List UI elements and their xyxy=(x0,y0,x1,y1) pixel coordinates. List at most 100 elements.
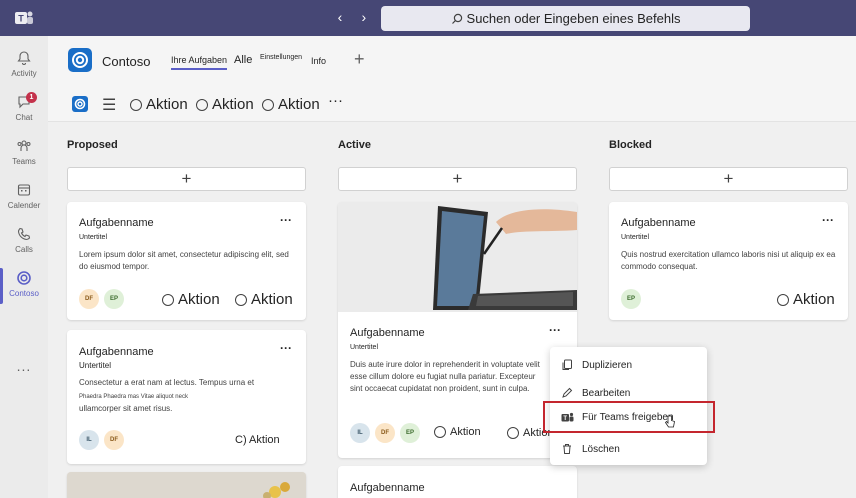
add-task-button-active[interactable]: + xyxy=(338,167,577,191)
avatar: DF xyxy=(104,430,124,450)
avatar: EP xyxy=(400,423,420,443)
nav-arrows: ‹ › xyxy=(330,9,374,25)
add-task-button-proposed[interactable]: + xyxy=(67,167,306,191)
menu-item-label: Bearbeiten xyxy=(582,387,631,399)
card-description: Quis nostrud exercitation ullamco labori… xyxy=(621,250,836,271)
tab-alle[interactable]: Alle xyxy=(234,54,252,66)
trash-icon xyxy=(563,444,571,454)
toolbar-action-2[interactable]: Aktion xyxy=(196,96,254,113)
rail-label-chat: Chat xyxy=(15,113,33,122)
rail-label-teams: Teams xyxy=(12,157,36,166)
card-hero-image xyxy=(67,472,306,498)
teams-logo-icon: T xyxy=(15,11,33,24)
card-more-icon[interactable]: ··· xyxy=(822,213,834,227)
rail-item-teams[interactable]: Teams xyxy=(0,132,48,176)
card-title: Aufgabenname xyxy=(350,327,425,339)
avatar: EP xyxy=(621,289,641,309)
radio-icon xyxy=(507,427,519,439)
avatar: IL xyxy=(79,430,99,450)
card-description: ullamcorper sit amet risus. xyxy=(79,404,173,413)
tab-einstellungen[interactable]: Einstellungen xyxy=(260,54,302,61)
title-bar: T ‹ › Suchen oder Eingeben eines Befehls xyxy=(0,0,856,36)
card-description: Consectetur a erat nam at lectus. Tempus… xyxy=(79,378,255,387)
search-icon xyxy=(451,13,462,24)
task-card[interactable]: Aufgabenname xyxy=(338,466,577,498)
card-action[interactable]: Aktion xyxy=(162,291,220,308)
add-task-button-blocked[interactable]: + xyxy=(609,167,848,191)
tab-info[interactable]: Info xyxy=(311,56,326,66)
toolbar-action-1[interactable]: Aktion xyxy=(130,96,188,113)
hamburger-menu-icon[interactable]: ☰ xyxy=(102,95,116,115)
radio-icon xyxy=(196,98,208,111)
card-title: Aufgabenname xyxy=(621,217,696,229)
calendar-icon xyxy=(17,184,31,196)
rail-label-calendar: Calender xyxy=(7,201,41,210)
card-subtitle: Untertitel xyxy=(621,234,650,241)
rail-label-contoso: Contoso xyxy=(9,289,39,298)
task-card-image[interactable] xyxy=(67,472,306,498)
menu-item-label: Duplizieren xyxy=(582,359,633,371)
rail-item-chat[interactable]: 1 Chat xyxy=(0,88,48,132)
edit-icon xyxy=(562,387,573,398)
rail-more-icon[interactable]: ... xyxy=(0,358,48,374)
kanban-board: Proposed Active Blocked + + + Aufgabenna… xyxy=(48,122,856,498)
card-action[interactable]: C) Aktion xyxy=(235,434,280,446)
radio-icon xyxy=(235,293,247,306)
card-title: Aufgabenname xyxy=(79,346,154,358)
task-card[interactable]: Aufgabenname Untertitel ··· Consectetur … xyxy=(67,330,306,464)
teams-icon xyxy=(17,140,31,151)
toolbar-action-label: Aktion xyxy=(146,96,188,113)
menu-item-duplicate[interactable]: Duplizieren xyxy=(550,353,707,377)
avatar: IL xyxy=(350,423,370,443)
highlight-box xyxy=(543,401,715,433)
rail-item-contoso[interactable]: Contoso xyxy=(0,264,48,308)
app-rail: Activity 1 Chat Teams Calender Calls Con… xyxy=(0,36,48,498)
radio-icon xyxy=(262,98,274,111)
radio-icon xyxy=(434,426,446,438)
card-more-icon[interactable]: ··· xyxy=(280,213,292,227)
add-tab-button[interactable]: + xyxy=(354,49,365,70)
tab-ihre-aufgaben[interactable]: Ihre Aufgaben xyxy=(171,55,228,70)
card-description: Phaedra Phaedra mas Vitae aliquot neck xyxy=(79,394,188,400)
task-card[interactable]: Aufgabenname Untertitel ··· Lorem ipsum … xyxy=(67,202,306,320)
rail-item-activity[interactable]: Activity xyxy=(0,44,48,88)
column-title-active: Active xyxy=(338,139,372,151)
menu-item-delete[interactable]: Löschen xyxy=(550,437,707,461)
column-title-proposed: Proposed xyxy=(67,139,118,151)
card-subtitle: Untertitel xyxy=(79,234,108,241)
avatar: DF xyxy=(375,423,395,443)
back-arrow-icon[interactable]: ‹ xyxy=(330,9,350,25)
card-action[interactable]: Aktion xyxy=(235,291,293,308)
card-description: Lorem ipsum dolor sit amet, consectetur … xyxy=(79,250,289,271)
forward-arrow-icon[interactable]: › xyxy=(354,9,374,25)
bell-icon xyxy=(17,51,31,65)
contoso-app-icon xyxy=(68,48,92,72)
rail-item-calendar[interactable]: Calender xyxy=(0,176,48,220)
toolbar-more-icon[interactable]: ··· xyxy=(328,92,343,109)
toolbar-action-label: Aktion xyxy=(278,96,320,113)
card-action-label: Aktion xyxy=(251,291,293,308)
card-description: Duis aute irure dolor in reprehenderit i… xyxy=(350,360,540,393)
card-action[interactable]: Aktion xyxy=(777,291,835,308)
card-action[interactable]: Aktion xyxy=(434,426,481,438)
chat-badge: 1 xyxy=(26,92,37,103)
card-subtitle: Untertitel xyxy=(350,344,379,351)
card-more-icon[interactable]: ··· xyxy=(280,341,292,355)
column-title-blocked: Blocked xyxy=(609,139,652,151)
card-more-icon[interactable]: ··· xyxy=(549,323,561,337)
card-action-label: Aktion xyxy=(178,291,220,308)
toolbar: ☰ Aktion Aktion Aktion ··· xyxy=(48,86,856,122)
radio-icon xyxy=(777,293,789,306)
avatar: DF xyxy=(79,289,99,309)
toolbar-action-label: Aktion xyxy=(212,96,254,113)
task-card[interactable]: Aufgabenname Untertitel ··· Duis aute ir… xyxy=(338,202,577,458)
rail-label-activity: Activity xyxy=(11,69,37,78)
card-title: Aufgabenname xyxy=(350,482,425,494)
svg-text:T: T xyxy=(18,14,24,24)
app-header: Contoso Ihre Aufgaben Alle Einstellungen… xyxy=(48,36,856,86)
search-input[interactable]: Suchen oder Eingeben eines Befehls xyxy=(381,6,750,31)
task-card[interactable]: Aufgabenname Untertitel ··· Quis nostrud… xyxy=(609,202,848,320)
card-subtitle: Untertitel xyxy=(79,361,112,370)
rail-item-calls[interactable]: Calls xyxy=(0,220,48,264)
toolbar-action-3[interactable]: Aktion xyxy=(262,96,320,113)
